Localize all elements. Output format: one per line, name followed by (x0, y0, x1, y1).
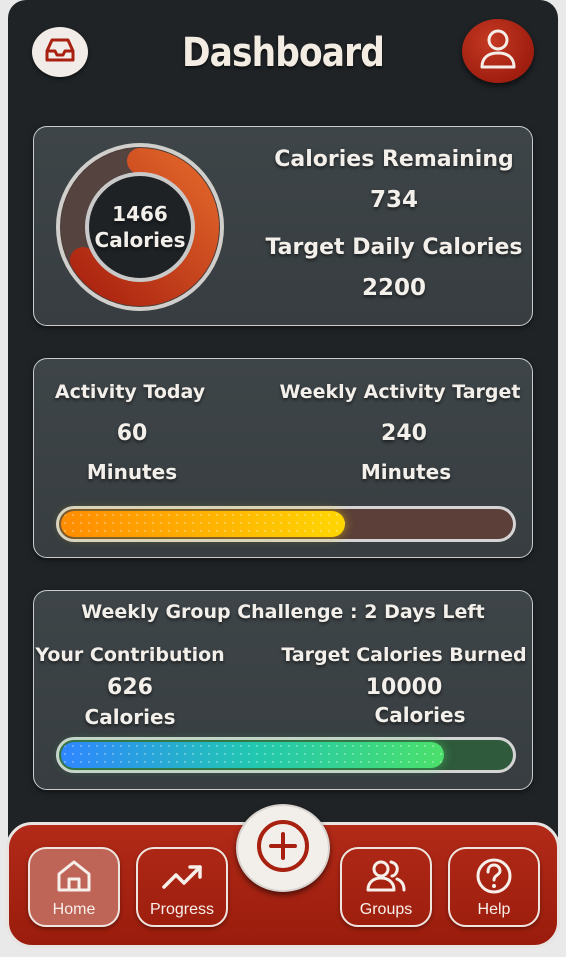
page-title: Dashboard (181, 30, 385, 76)
activity-progress-bar (56, 506, 516, 542)
consumed-calories-unit: Calories (94, 228, 186, 252)
calories-card: 1466 Calories Calories Remaining 734 Tar… (33, 126, 533, 326)
target-calories-burned-unit: Calories (374, 703, 466, 727)
target-daily-calories-label: Target Daily Calories (265, 235, 523, 260)
target-calories-burned-label: Target Calories Burned (281, 644, 527, 666)
calories-remaining-label: Calories Remaining (274, 147, 514, 172)
nav-progress-button[interactable]: Progress (136, 847, 228, 927)
nav-progress-label: Progress (149, 901, 215, 918)
your-contribution-value: 626 (107, 675, 153, 700)
weekly-activity-target-unit: Minutes (360, 460, 452, 484)
calories-remaining-value: 734 (369, 187, 418, 213)
ring-center-text: 1466 Calories (87, 174, 193, 280)
your-contribution-label: Your Contribution (35, 644, 225, 666)
weekly-activity-target-value: 240 (381, 421, 427, 446)
challenge-progress-fill (61, 742, 444, 768)
nav-home-label: Home (52, 901, 96, 918)
consumed-calories-value: 1466 (112, 202, 168, 226)
weekly-activity-target-label: Weekly Activity Target (279, 381, 521, 403)
calories-ring: 1466 Calories (54, 141, 226, 313)
trend-up-icon (160, 849, 204, 899)
your-contribution-unit: Calories (84, 705, 176, 729)
user-icon (478, 27, 518, 75)
plus-circle-icon (255, 818, 311, 878)
challenge-progress-bar (56, 737, 516, 773)
activity-today-value: 60 (116, 421, 148, 446)
users-icon (364, 849, 408, 899)
help-icon (474, 849, 514, 899)
nav-help-label: Help (477, 901, 511, 918)
profile-button[interactable] (462, 19, 534, 83)
group-challenge-card: Weekly Group Challenge : 2 Days Left You… (33, 590, 533, 790)
activity-progress-fill (61, 511, 345, 537)
activity-today-unit: Minutes (86, 460, 178, 484)
nav-home-button[interactable]: Home (28, 847, 120, 927)
activity-card: Activity Today 60 Minutes Weekly Activit… (33, 358, 533, 558)
nav-help-button[interactable]: Help (448, 847, 540, 927)
add-button[interactable] (236, 804, 330, 892)
activity-today-label: Activity Today (54, 381, 206, 403)
target-calories-burned-value: 10000 (365, 675, 443, 700)
home-icon (54, 849, 94, 899)
target-daily-calories-value: 2200 (361, 275, 426, 301)
nav-groups-button[interactable]: Groups (340, 847, 432, 927)
nav-groups-label: Groups (359, 901, 413, 918)
challenge-title: Weekly Group Challenge : 2 Days Left (81, 601, 485, 623)
